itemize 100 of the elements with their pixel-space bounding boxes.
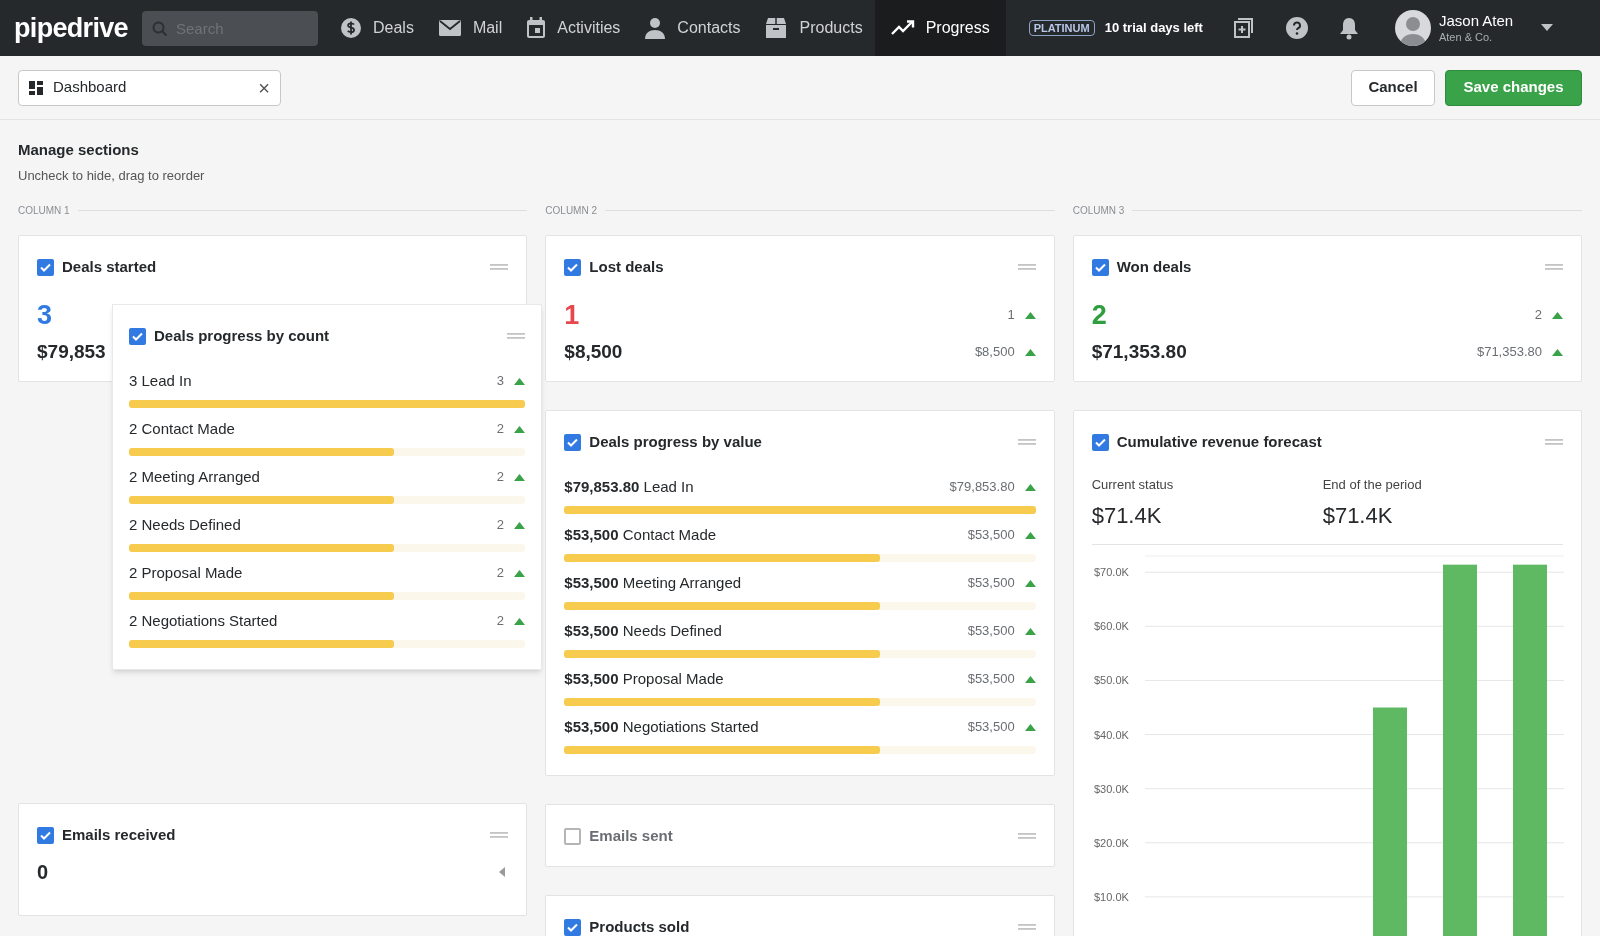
bell-icon[interactable] bbox=[1337, 16, 1360, 40]
trend-up-icon bbox=[1024, 483, 1036, 491]
drag-handle-icon[interactable] bbox=[1017, 264, 1036, 270]
checkbox[interactable] bbox=[1091, 258, 1109, 276]
drag-handle-icon[interactable] bbox=[1017, 924, 1036, 930]
trend-up-icon bbox=[1024, 627, 1036, 635]
trend-up-icon bbox=[1024, 723, 1036, 731]
caret-icon[interactable] bbox=[1541, 24, 1554, 32]
trend-line-icon bbox=[890, 20, 915, 36]
card-title: Lost deals bbox=[589, 256, 664, 277]
card-title: Won deals bbox=[1116, 256, 1192, 277]
trend-up-icon bbox=[1024, 675, 1036, 683]
person-icon bbox=[644, 17, 667, 39]
drag-handle-icon[interactable] bbox=[490, 264, 509, 270]
stat-label: Current status bbox=[1091, 476, 1175, 494]
stat-value: $71.4K bbox=[1091, 502, 1163, 530]
card-title: Deals progress by value bbox=[589, 431, 762, 452]
progress-label: 2 Proposal Made bbox=[129, 562, 243, 583]
stat-count: 3 bbox=[37, 299, 53, 331]
change-value: 3 bbox=[496, 372, 504, 391]
stat-count: 1 bbox=[564, 299, 580, 331]
trend-up-icon bbox=[1024, 531, 1036, 539]
nav-tab[interactable]: Mail bbox=[425, 0, 515, 56]
check-icon bbox=[1094, 437, 1106, 447]
logo[interactable]: pipedrive bbox=[14, 7, 128, 49]
trend-up-icon bbox=[514, 377, 525, 385]
stat-value: $71.4K bbox=[1322, 502, 1394, 530]
dragged-card[interactable]: Deals progress by count 3 Lead In 3 2 Contact Made 2 2 Meeting Arranged 2 2 Needs Defined 2 2 Proposal Made 2 2 Negotiations Started 2 bbox=[112, 304, 542, 670]
search-icon bbox=[151, 20, 168, 37]
card-title: Emails sent bbox=[589, 825, 673, 846]
axis-label: $20.0K bbox=[1093, 836, 1129, 849]
nav-tab[interactable]: Contacts bbox=[632, 0, 753, 56]
stat-count: 0 bbox=[37, 860, 49, 885]
stat-value: $8,500 bbox=[564, 339, 623, 364]
progress-label: $53,500 Negotiations Started bbox=[564, 716, 759, 737]
trend-up-icon bbox=[514, 425, 525, 433]
trend-up-icon bbox=[514, 617, 525, 625]
drag-handle-icon[interactable] bbox=[1545, 439, 1563, 445]
checkbox[interactable] bbox=[564, 258, 582, 276]
change-value: $79,853.80 bbox=[949, 478, 1015, 497]
stat-count: 2 bbox=[1091, 299, 1107, 331]
help-icon[interactable] bbox=[1284, 16, 1309, 40]
check-icon bbox=[567, 262, 579, 272]
checkbox[interactable] bbox=[37, 258, 54, 276]
change-value: 2 bbox=[496, 564, 504, 583]
nav-tab[interactable]: Deals bbox=[327, 0, 426, 56]
progress-label: $53,500 Proposal Made bbox=[564, 668, 724, 689]
trend-up-icon bbox=[1024, 579, 1036, 587]
checkbox[interactable] bbox=[564, 827, 582, 845]
user-name[interactable]: Jason Aten bbox=[1438, 11, 1514, 31]
checkbox[interactable] bbox=[1091, 433, 1109, 451]
checkbox[interactable] bbox=[564, 918, 582, 936]
section-subtitle: Uncheck to hide, drag to reorder bbox=[18, 167, 206, 185]
checkbox[interactable] bbox=[129, 327, 146, 345]
progress-label: 2 Needs Defined bbox=[129, 514, 241, 535]
progress-label: 2 Negotiations Started bbox=[129, 610, 278, 631]
axis-label: $60.0K bbox=[1093, 620, 1129, 633]
nav-tab[interactable]: Activities bbox=[514, 0, 633, 56]
drag-handle-icon[interactable] bbox=[490, 832, 509, 838]
axis-label: $10.0K bbox=[1093, 890, 1129, 903]
cancel-button[interactable]: Cancel bbox=[1351, 69, 1435, 106]
clear-button[interactable]: × bbox=[258, 72, 270, 103]
column-label: COLUMN 3 bbox=[1072, 203, 1125, 218]
change-value: $53,500 bbox=[967, 622, 1015, 641]
trend-up-icon bbox=[1552, 311, 1563, 319]
nav-tab[interactable]: Products bbox=[752, 0, 875, 56]
add-item-icon[interactable] bbox=[1231, 16, 1256, 40]
card-title: Deals started bbox=[62, 256, 157, 277]
caret-left-icon[interactable] bbox=[499, 867, 506, 877]
trend-up-icon bbox=[1024, 348, 1036, 356]
nav-tab[interactable]: Progress bbox=[874, 0, 1006, 56]
change-value: $53,500 bbox=[967, 670, 1015, 689]
progress-label: $53,500 Meeting Arranged bbox=[564, 572, 742, 593]
check-icon bbox=[132, 331, 143, 341]
progress-label: 2 Meeting Arranged bbox=[129, 466, 260, 487]
box-icon bbox=[764, 17, 789, 39]
drag-handle-icon[interactable] bbox=[1017, 439, 1036, 445]
drag-handle-icon[interactable] bbox=[1017, 833, 1036, 839]
calendar-icon bbox=[526, 17, 547, 39]
card-title: Cumulative revenue forecast bbox=[1116, 431, 1322, 452]
trend-up-icon bbox=[1552, 348, 1563, 356]
avatar[interactable] bbox=[1394, 10, 1431, 46]
drag-handle-icon[interactable] bbox=[1545, 264, 1563, 270]
checkbox[interactable] bbox=[37, 826, 54, 844]
change-value: $71,353.80 bbox=[1476, 343, 1542, 362]
axis-label: $70.0K bbox=[1093, 566, 1129, 579]
column-label: COLUMN 1 bbox=[18, 203, 70, 218]
checkbox[interactable] bbox=[564, 433, 582, 451]
progress-label: $53,500 Needs Defined bbox=[564, 620, 722, 641]
dollar-icon bbox=[339, 17, 362, 39]
mail-icon bbox=[437, 19, 462, 37]
progress-label: 3 Lead In bbox=[129, 370, 192, 391]
progress-label: $53,500 Contact Made bbox=[564, 524, 717, 545]
dashboard-field[interactable]: Dashboard × bbox=[18, 69, 281, 106]
change-value: 2 bbox=[496, 612, 504, 631]
plan-badge: PLATINUM bbox=[1028, 20, 1095, 36]
drag-handle-icon[interactable] bbox=[507, 333, 525, 339]
stat-label: End of the period bbox=[1322, 476, 1423, 494]
card-title: Products sold bbox=[589, 916, 690, 936]
section-title: Manage sections bbox=[18, 140, 140, 160]
